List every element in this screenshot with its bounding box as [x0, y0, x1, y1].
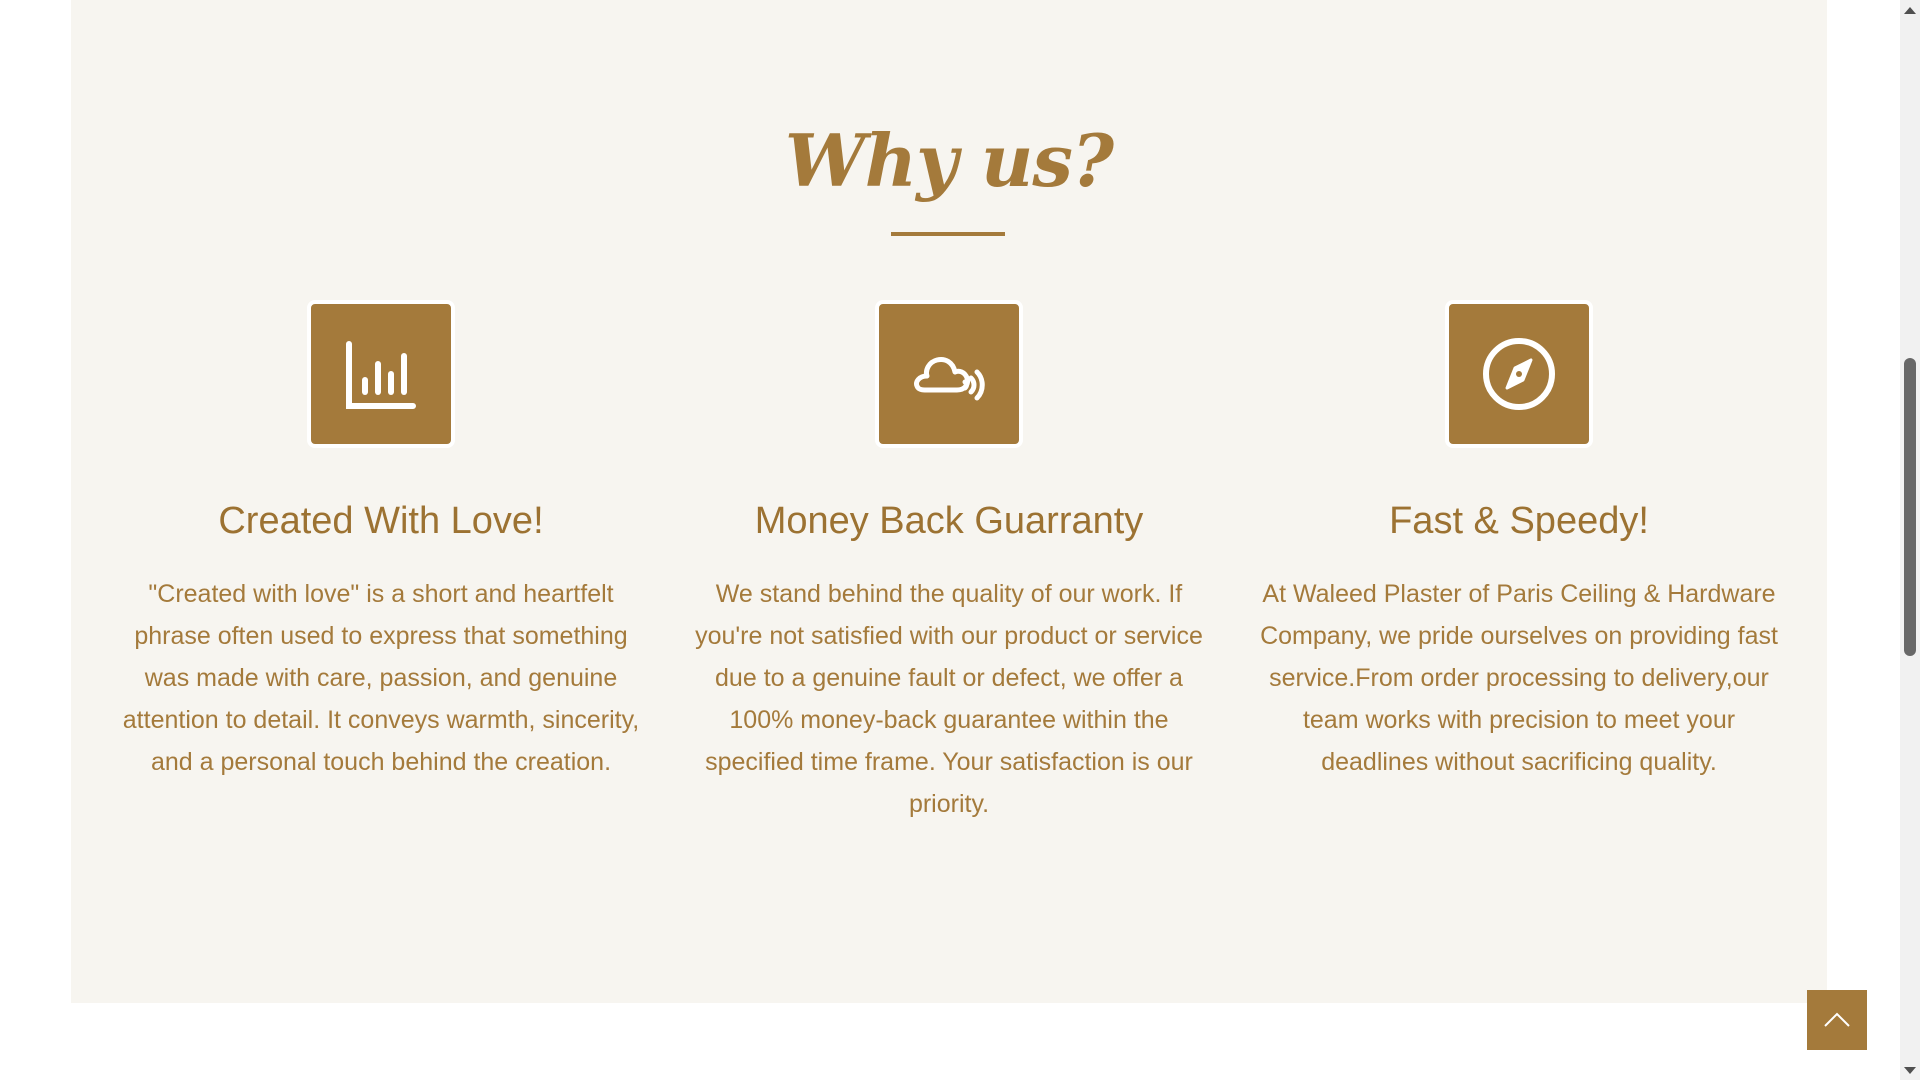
back-to-top-button[interactable] — [1807, 990, 1867, 1050]
feature-created-with-love: Created With Love! "Created with love" i… — [111, 300, 651, 783]
feature-title: Fast & Speedy! — [1389, 500, 1649, 542]
scrollbar-thumb[interactable] — [1904, 358, 1916, 656]
cloud-signal-icon — [914, 357, 985, 401]
page: Why us? Created With Love! "Created with… — [0, 0, 1900, 1080]
feature-title: Money Back Guarranty — [754, 500, 1144, 542]
feature-description: We stand behind the quality of our work.… — [695, 580, 1203, 818]
feature-icon-box — [1445, 300, 1593, 448]
compass-icon — [1483, 338, 1555, 410]
feature-icon-box — [875, 300, 1023, 448]
why-us-section: Why us? Created With Love! "Created with… — [71, 0, 1827, 1003]
arrow-down-icon — [1904, 1066, 1916, 1074]
heading-divider — [891, 232, 1005, 236]
feature-description: "Created with love" is a short and heart… — [122, 580, 640, 776]
scroll-up-button[interactable] — [1900, 0, 1920, 20]
scroll-down-button[interactable] — [1900, 1060, 1920, 1080]
feature-icon-box — [307, 300, 455, 448]
feature-money-back: Money Back Guarranty We stand behind the… — [679, 300, 1219, 825]
vertical-scrollbar[interactable] — [1900, 0, 1920, 1080]
feature-description: At Waleed Plaster of Paris Ceiling & Har… — [1260, 580, 1778, 776]
section-heading: Why us? — [784, 118, 1114, 203]
feature-title: Created With Love! — [218, 500, 544, 542]
chevron-up-icon — [1824, 1012, 1850, 1027]
arrow-up-icon — [1904, 6, 1916, 14]
feature-fast-speedy: Fast & Speedy! At Waleed Plaster of Pari… — [1249, 300, 1789, 783]
bar-chart-icon — [346, 341, 416, 409]
